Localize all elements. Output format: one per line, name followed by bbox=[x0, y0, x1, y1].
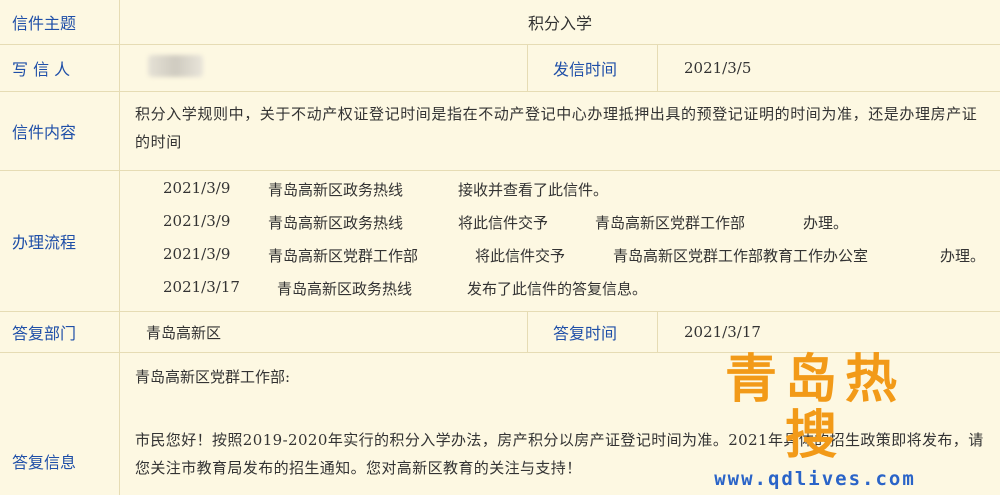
writer-label: 写 信 人 bbox=[0, 45, 120, 91]
step-date: 2021/3/9 bbox=[163, 212, 231, 230]
step-action: 将此信件交予 bbox=[458, 214, 549, 232]
redacted-writer-name bbox=[148, 55, 203, 77]
step-suffix: 办理。 bbox=[940, 247, 986, 265]
watermark-title: 青岛热搜 bbox=[724, 350, 905, 466]
watermark-url: www.qdlives.com bbox=[714, 468, 916, 490]
subject-label: 信件主题 bbox=[0, 0, 120, 44]
reply-dept-label: 答复部门 bbox=[0, 312, 120, 352]
step-dept: 青岛高新区政务热线 bbox=[268, 181, 404, 199]
step-action: 将此信件交予 bbox=[475, 247, 566, 265]
reply-dept-value: 青岛高新区 bbox=[146, 323, 222, 342]
step-to: 青岛高新区党群工作部教育工作办公室 bbox=[613, 247, 869, 265]
process-label: 办理流程 bbox=[0, 171, 120, 311]
subject-value: 积分入学 bbox=[527, 14, 592, 33]
step-dept: 青岛高新区政务热线 bbox=[268, 214, 404, 232]
process-row: 办理流程 2021/3/9 青岛高新区政务热线 接收并查看了此信件。 2021/… bbox=[0, 171, 1000, 312]
step-suffix: 办理。 bbox=[803, 214, 849, 232]
content-text: 积分入学规则中，关于不动产权证登记时间是指在不动产登记中心办理抵押出具的预登记证… bbox=[135, 105, 978, 151]
reply-time-value: 2021/3/17 bbox=[684, 323, 761, 341]
send-time-label: 发信时间 bbox=[553, 60, 618, 79]
reply-dept-row: 答复部门 青岛高新区 答复时间 2021/3/17 bbox=[0, 312, 1000, 353]
content-row: 信件内容 积分入学规则中，关于不动产权证登记时间是指在不动产登记中心办理抵押出具… bbox=[0, 92, 1000, 171]
step-dept: 青岛高新区政务热线 bbox=[277, 280, 413, 298]
step-date: 2021/3/17 bbox=[163, 278, 240, 296]
content-label: 信件内容 bbox=[0, 92, 120, 170]
writer-row: 写 信 人 发信时间 2021/3/5 bbox=[0, 45, 1000, 92]
step-dept: 青岛高新区党群工作部 bbox=[268, 247, 419, 265]
send-time-value: 2021/3/5 bbox=[684, 59, 752, 77]
step-action: 接收并查看了此信件。 bbox=[458, 181, 609, 199]
reply-label: 答复信息 bbox=[0, 353, 120, 495]
step-to: 青岛高新区党群工作部 bbox=[595, 214, 746, 232]
reply-time-label: 答复时间 bbox=[553, 324, 618, 343]
watermark-logo: 青岛热搜 www.qdlives.com bbox=[710, 352, 920, 490]
step-date: 2021/3/9 bbox=[163, 179, 231, 197]
subject-row: 信件主题 积分入学 bbox=[0, 0, 1000, 45]
step-action: 发布了此信件的答复信息。 bbox=[467, 280, 648, 298]
step-date: 2021/3/9 bbox=[163, 245, 231, 263]
